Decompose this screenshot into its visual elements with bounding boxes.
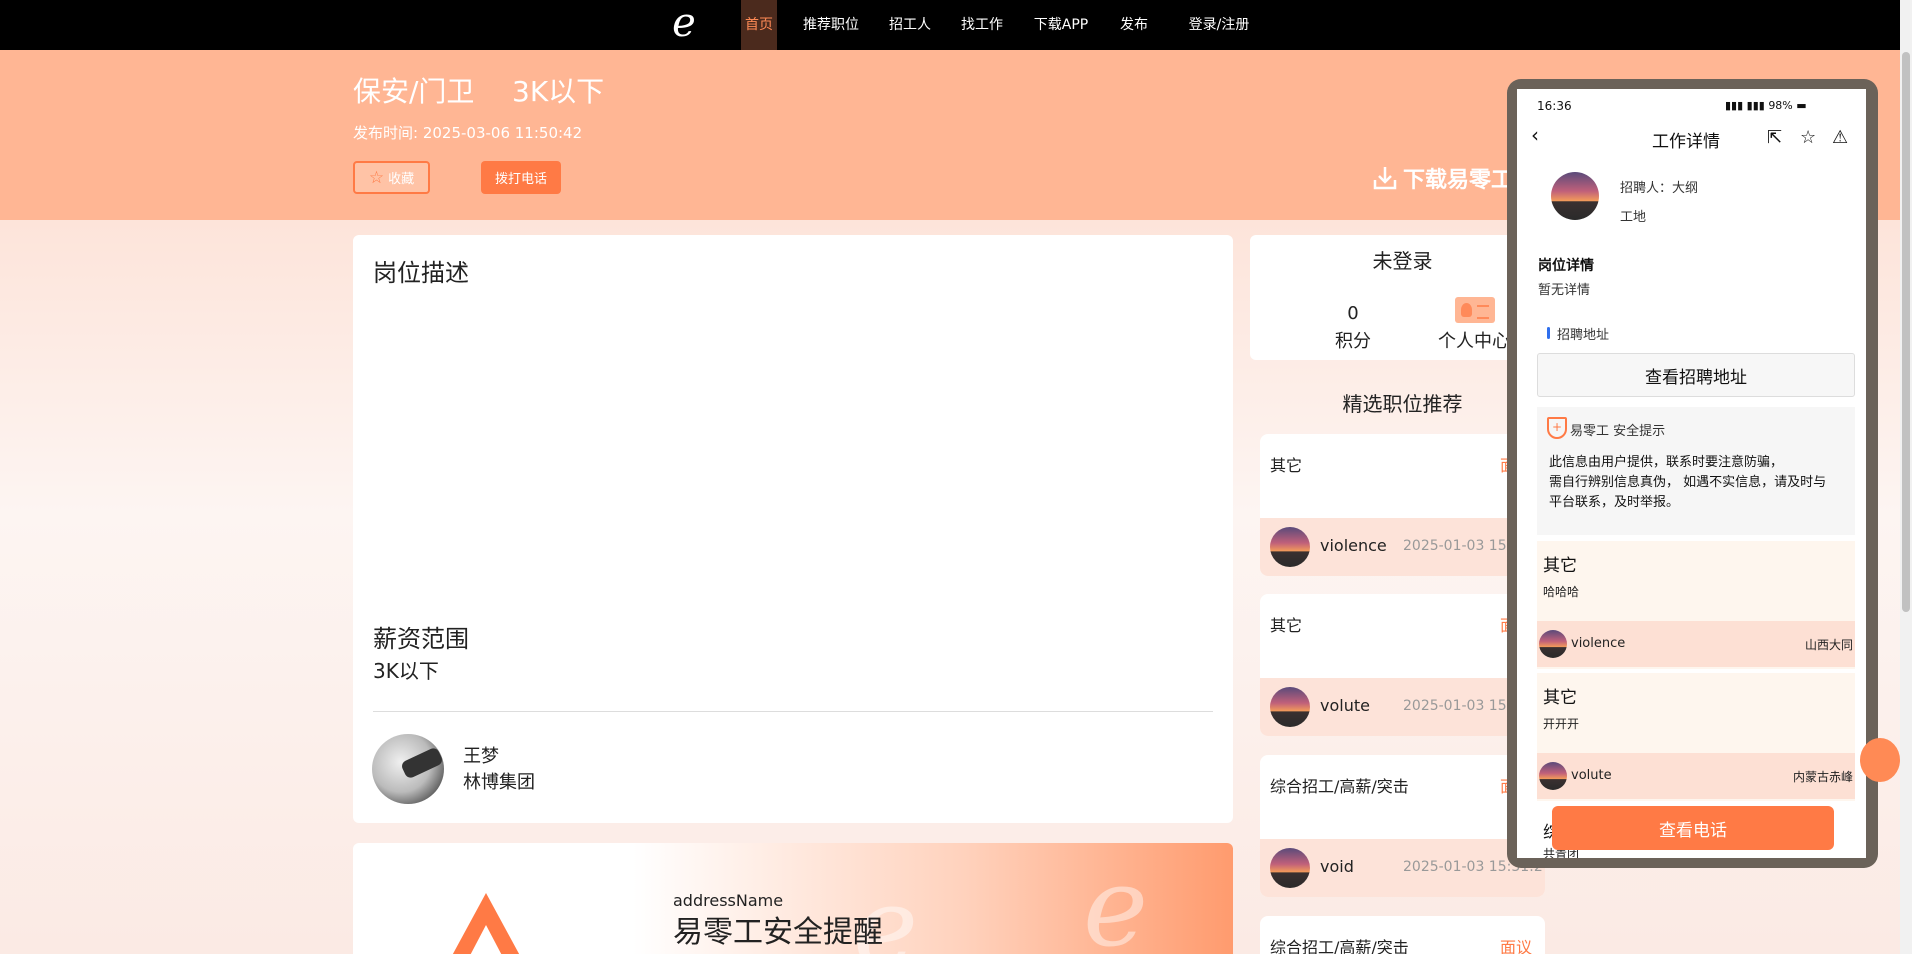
nav-item-publish[interactable]: 发布 [1116, 0, 1152, 50]
page-scrollbar[interactable] [1900, 0, 1912, 954]
view-phone-button[interactable]: 查看电话 [1552, 806, 1834, 850]
phone-screen: 16:36 ▮▮▮ ▮▮▮ 98% ▬ ‹ 工作详情 ⇱ ☆ ⚠ 招聘人：大纲 … [1517, 89, 1866, 858]
salary-range-value: 3K以下 [373, 659, 439, 683]
publish-time: 发布时间: 2025-03-06 11:50:42 [353, 124, 583, 142]
share-icon[interactable]: ⇱ [1767, 127, 1782, 148]
job-detail-card: 岗位描述 薪资范围 3K以下 王梦 林博集团 [353, 235, 1233, 823]
phone-job-desc: 哈哈哈 [1543, 585, 1580, 599]
battery-percent: 98% [1768, 99, 1793, 112]
phone-job-user: violence [1571, 636, 1626, 651]
nav-item-download-app[interactable]: 下载APP [1030, 0, 1092, 50]
divider [373, 711, 1213, 712]
shield-icon: + [1547, 417, 1567, 439]
recommend-type: 综合招工/高薪/突击 [1270, 938, 1409, 954]
avatar [1539, 630, 1567, 658]
points-label[interactable]: 积分 [1318, 327, 1388, 353]
address-label: 招聘地址 [1557, 328, 1610, 343]
recommend-footer: void 2025-01-03 15:31:27 [1260, 839, 1545, 897]
recommend-user: violence [1320, 536, 1387, 555]
safety-banner: e e addressName 易零工安全提醒 [353, 843, 1233, 954]
recommend-card[interactable]: 综合招工/高薪/突击 面议 [1260, 916, 1545, 954]
points-value: 0 [1347, 303, 1359, 324]
job-title: 保安/门卫 [353, 75, 475, 108]
safety-tip-title: 易零工 安全提示 [1570, 424, 1666, 439]
nav-item-home[interactable]: 首页 [741, 0, 777, 50]
phone-job-title: 其它 [1543, 688, 1577, 708]
status-time: 16:36 [1537, 99, 1572, 113]
phone-job-location: 内蒙古赤峰 [1792, 770, 1853, 784]
address-marker [1547, 327, 1550, 339]
nav-item-hire-workers[interactable]: 招工人 [886, 0, 934, 50]
detail-text: 暂无详情 [1538, 283, 1591, 298]
download-label: 下载易零工 [1403, 168, 1514, 193]
signal-icon: ▮▮▮ ▮▮▮ [1725, 99, 1769, 112]
favorite-label: 收藏 [388, 172, 415, 187]
call-button[interactable]: 拨打电话 [481, 161, 561, 194]
recommend-card[interactable]: 综合招工/高薪/突击 面议 void 2025-01-03 15:31:27 [1260, 755, 1545, 897]
nav-item-find-work[interactable]: 找工作 [958, 0, 1006, 50]
recommend-type: 其它 [1270, 456, 1303, 475]
star-icon[interactable]: ☆ [1800, 127, 1816, 148]
phone-job-footer: volute 内蒙古赤峰 [1537, 753, 1855, 799]
phone-job-user: volute [1571, 768, 1612, 783]
phone-job-title: 其它 [1543, 556, 1577, 576]
nav-item-recommended-jobs[interactable]: 推荐职位 [800, 0, 862, 50]
recommend-footer: volute 2025-01-03 15:26 [1260, 678, 1545, 736]
view-address-button[interactable]: 查看招聘地址 [1537, 353, 1855, 397]
download-app-link[interactable]: 下载易零工 [1371, 162, 1513, 194]
safety-title: 易零工安全提醒 [673, 915, 883, 950]
nav-item-login-register[interactable]: 登录/注册 [1186, 0, 1252, 50]
battery-icon: ▬ [1796, 99, 1807, 112]
star-icon: ☆ [368, 167, 385, 188]
watermark-logo: e [1083, 843, 1149, 954]
phone-job-item[interactable]: 其它 开开开 volute 内蒙古赤峰 [1537, 673, 1855, 801]
recommend-footer: violence 2025-01-03 15:25 [1260, 518, 1545, 576]
avatar [1539, 762, 1567, 790]
recommend-user: volute [1320, 696, 1370, 715]
recommend-card[interactable]: 其它 面议 violence 2025-01-03 15:25 [1260, 434, 1545, 576]
favorite-button[interactable]: ☆ 收藏 [353, 161, 430, 194]
report-warning-icon[interactable]: ⚠ [1832, 127, 1848, 148]
avatar [1270, 848, 1310, 888]
avatar [1270, 687, 1310, 727]
site-logo[interactable]: e [668, 0, 700, 50]
recruiter-site: 工地 [1620, 210, 1647, 225]
warning-triangle-inner [465, 925, 507, 954]
phone-job-footer: violence 山西大同 [1537, 621, 1855, 667]
description-title: 岗位描述 [373, 259, 469, 287]
scrollbar-thumb[interactable] [1902, 52, 1910, 612]
recommend-card[interactable]: 其它 面议 volute 2025-01-03 15:26 [1260, 594, 1545, 736]
phone-job-desc: 开开开 [1543, 717, 1580, 731]
poster-avatar[interactable] [372, 734, 444, 804]
recommend-type: 综合招工/高薪/突击 [1270, 777, 1409, 796]
salary-range-title: 薪资范围 [373, 625, 469, 653]
recruiter-name: 招聘人：大纲 [1620, 181, 1699, 196]
recommend-salary: 面议 [1500, 938, 1533, 954]
recommend-type: 其它 [1270, 616, 1303, 635]
job-salary: 3K以下 [512, 75, 605, 108]
top-nav: e 首页 推荐职位 招工人 找工作 下载APP 发布 登录/注册 [0, 0, 1912, 50]
safety-tip-text: 此信息由用户提供，联系时要注意防骗， 需自行辨别信息真伪， 如遇不实信息，请及时… [1549, 455, 1827, 510]
id-card-icon[interactable] [1455, 297, 1495, 323]
safety-tip: + 易零工 安全提示 此信息由用户提供，联系时要注意防骗， 需自行辨别信息真伪，… [1537, 407, 1855, 535]
phone-job-location: 山西大同 [1804, 638, 1853, 652]
recommend-user: void [1320, 857, 1354, 876]
floating-action-button[interactable] [1860, 738, 1900, 782]
poster-name: 王梦 [463, 746, 499, 767]
detail-title: 岗位详情 [1538, 258, 1594, 274]
recruiter-avatar [1551, 172, 1599, 220]
avatar [1270, 527, 1310, 567]
download-icon [1373, 167, 1397, 190]
status-indicators: ▮▮▮ ▮▮▮ 98% ▬ [1725, 99, 1807, 112]
poster-organization: 林博集团 [463, 772, 535, 793]
phone-job-item[interactable]: 其它 哈哈哈 violence 山西大同 [1537, 541, 1855, 669]
